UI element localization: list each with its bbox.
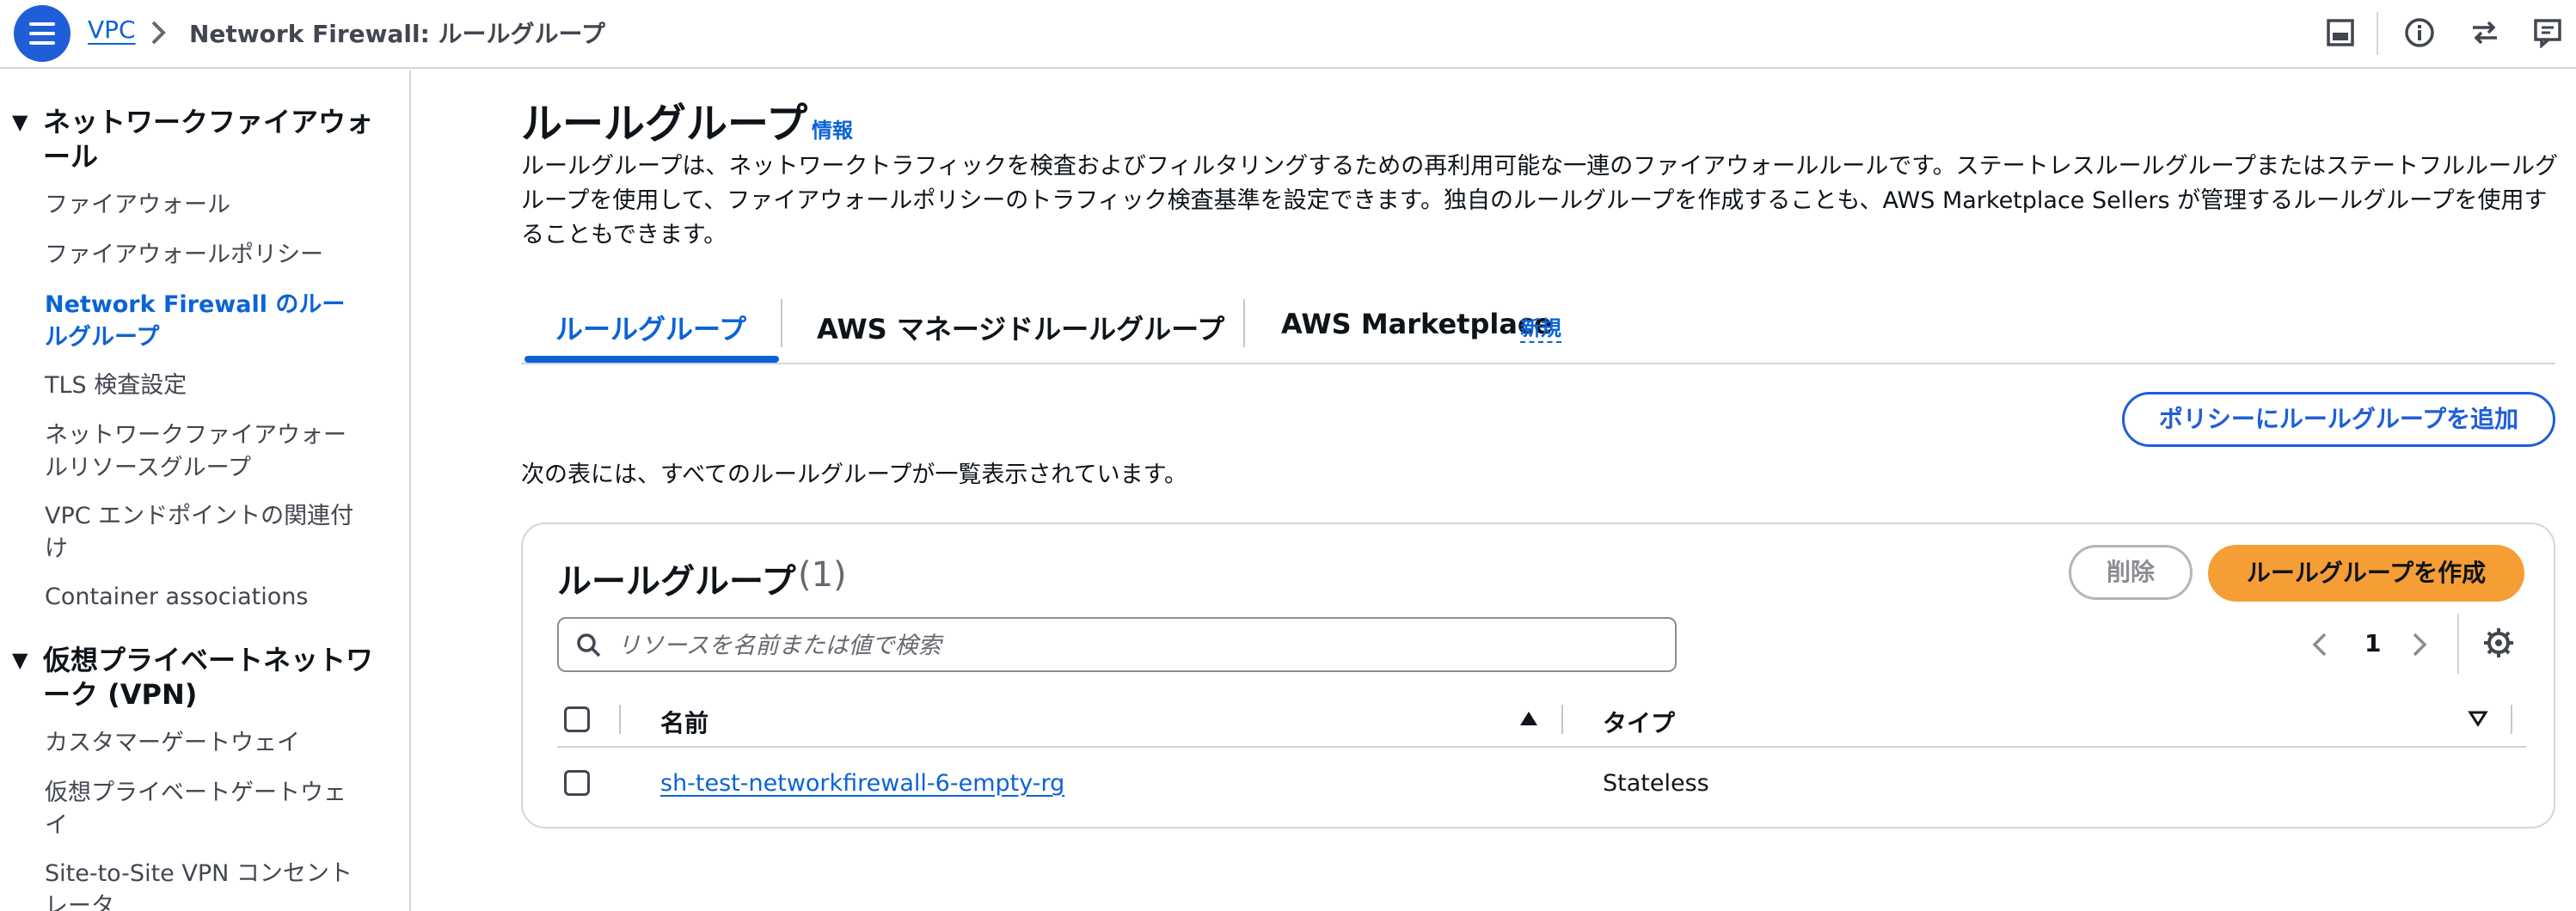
sidebar-item-rule-groups[interactable]: Network Firewall のルールグループ	[45, 289, 363, 354]
new-badge[interactable]: 新規	[1520, 311, 1561, 343]
sidebar-item-tls-inspection[interactable]: TLS 検査設定	[45, 370, 363, 402]
info-link[interactable]: 情報	[812, 113, 853, 144]
chevron-right-icon	[151, 21, 166, 45]
page-title: ルールグループ	[521, 100, 808, 148]
tab-divider	[1243, 299, 1245, 347]
table-header-row: 名前 タイプ	[557, 693, 2526, 748]
info-icon[interactable]	[2402, 15, 2437, 50]
feedback-icon[interactable]	[2531, 15, 2566, 50]
toolbar-divider	[2377, 12, 2378, 55]
breadcrumb-vpc[interactable]: VPC	[88, 15, 136, 44]
sidebar-section-network-firewall[interactable]: ▼ ネットワークファイアウォール	[12, 105, 387, 174]
rule-groups-table-container: ルールグループ (1) 削除 ルールグループを作成 1 名前 タイプ sh-te…	[521, 523, 2555, 828]
delete-button[interactable]: 削除	[2069, 545, 2193, 600]
gear-icon[interactable]	[2481, 626, 2516, 660]
column-header-name[interactable]: 名前	[660, 705, 708, 739]
caret-down-icon: ▼	[12, 110, 28, 134]
active-tab-indicator	[524, 356, 779, 363]
sidebar-navigation: ▼ ネットワークファイアウォール ファイアウォール ファイアウォールポリシー N…	[0, 70, 411, 911]
table-title: ルールグループ	[557, 562, 796, 602]
sidebar-section-vpn[interactable]: ▼ 仮想プライベートネットワーク (VPN)	[12, 643, 387, 712]
tab-divider	[781, 299, 782, 347]
sidebar-item-firewall-policies[interactable]: ファイアウォールポリシー	[45, 239, 363, 272]
sidebar-item-customer-gateways[interactable]: カスタマーゲートウェイ	[45, 727, 363, 760]
search-icon	[577, 633, 601, 657]
sidebar-item-vpc-endpoint-associations[interactable]: VPC エンドポイントの関連付け	[45, 500, 363, 566]
table-row: sh-test-networkfirewall-6-empty-rg State…	[557, 749, 2526, 818]
sort-ascending-icon[interactable]	[1518, 710, 1539, 727]
column-divider	[619, 705, 621, 734]
search-input[interactable]	[617, 627, 1649, 663]
tab-aws-managed-rule-groups[interactable]: AWS マネージドルールグループ	[817, 308, 1224, 347]
current-page-number[interactable]: 1	[2364, 629, 2381, 657]
caret-down-icon: ▼	[12, 648, 28, 672]
rule-group-name-link[interactable]: sh-test-networkfirewall-6-empty-rg	[660, 770, 1064, 797]
sidebar-item-firewalls[interactable]: ファイアウォール	[45, 189, 363, 222]
column-header-type[interactable]: タイプ	[1603, 705, 1675, 739]
pagination-divider	[2457, 614, 2459, 674]
sidebar-item-resource-groups[interactable]: ネットワークファイアウォールリソースグループ	[45, 419, 363, 485]
tab-aws-marketplace[interactable]: AWS Marketplace	[1281, 308, 1553, 340]
row-select-checkbox[interactable]	[564, 770, 590, 796]
column-divider	[2511, 705, 2512, 734]
search-field[interactable]	[557, 617, 1677, 672]
sort-none-icon[interactable]	[2468, 710, 2488, 727]
next-page-icon[interactable]	[2406, 627, 2432, 662]
top-navigation-bar: VPC Network Firewall: ルールグループ	[0, 0, 2576, 69]
menu-icon[interactable]	[14, 5, 71, 62]
table-count: (1)	[798, 555, 847, 595]
select-all-checkbox[interactable]	[564, 706, 590, 732]
sidebar-item-virtual-private-gateways[interactable]: 仮想プライベートゲートウェイ	[45, 777, 363, 842]
rule-group-type: Stateless	[1603, 770, 1709, 797]
sidebar-item-vpn-concentrators[interactable]: Site-to-Site VPN コンセントレータ	[45, 858, 363, 911]
sidebar-item-container-associations[interactable]: Container associations	[45, 581, 363, 614]
table-note: 次の表には、すべてのルールグループが一覧表示されています。	[521, 462, 1187, 488]
previous-page-icon[interactable]	[2308, 627, 2334, 662]
panel-icon[interactable]	[2323, 15, 2358, 50]
sync-icon[interactable]	[2468, 15, 2502, 50]
add-to-policy-button[interactable]: ポリシーにルールグループを追加	[2122, 392, 2555, 447]
create-rule-group-button[interactable]: ルールグループを作成	[2208, 545, 2524, 602]
tab-rule-groups[interactable]: ルールグループ	[555, 308, 746, 347]
page-description: ルールグループは、ネットワークトラフィックを検査およびフィルタリングするための再…	[521, 153, 2558, 248]
column-divider	[1561, 705, 1563, 734]
breadcrumb-current: Network Firewall: ルールグループ	[189, 20, 605, 48]
